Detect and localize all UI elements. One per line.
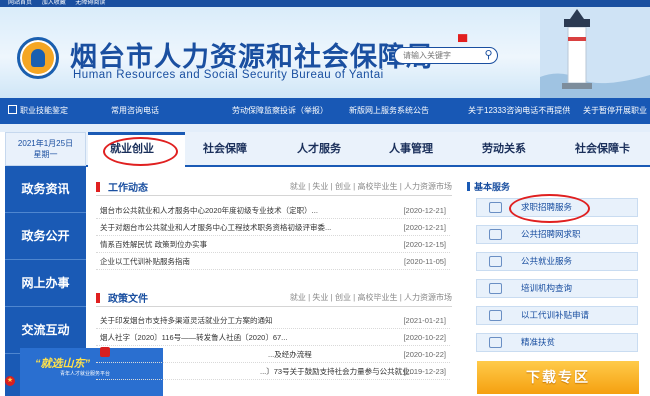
tab-talent-service[interactable]: 人才服务: [297, 132, 341, 167]
policy-item[interactable]: 关于印发烟台市支持多渠道灵活就业分工方案的通知 [2021-01-21]: [96, 313, 450, 329]
section-marker: [96, 293, 100, 303]
poverty-relief-icon: [489, 337, 502, 348]
sidebar-item-interaction[interactable]: 交流互动: [5, 307, 86, 354]
service-job-recruit[interactable]: 求职招聘服务: [476, 198, 638, 217]
tab-personnel[interactable]: 人事管理: [389, 132, 433, 167]
current-date: 2021年1月25日: [17, 139, 74, 148]
policy-item[interactable]: ...及经办流程 [2020-10-22]: [96, 347, 450, 363]
basic-services-title: 基本服务: [467, 180, 510, 193]
form-icon: [489, 256, 502, 267]
people-icon: [489, 229, 502, 240]
category-tabs: 就业创业 社会保障 人才服务 人事管理 劳动关系 社会保障卡: [86, 132, 650, 169]
bureau-title-en: Human Resources and Social Security Bure…: [73, 69, 384, 81]
document-icon: [489, 202, 502, 213]
nav-item[interactable]: 劳动保障监察投诉（举报）: [232, 98, 328, 124]
nav-item[interactable]: 职业技能鉴定: [8, 98, 68, 124]
search-icon[interactable]: ⚲: [479, 47, 498, 64]
document-icon: [8, 105, 17, 114]
news-item[interactable]: 情系百姓解民忧 政策到位办实事 [2020-12-15]: [96, 237, 450, 253]
lighthouse-image: [540, 7, 650, 98]
tab-labor-relations[interactable]: 劳动关系: [482, 132, 526, 167]
person-icon: [489, 310, 502, 321]
service-training-query[interactable]: 培训机构查询: [476, 279, 638, 298]
promo-title: “就选山东”: [35, 358, 90, 370]
policy-item[interactable]: ...〕73号关于鼓励支持社会力量参与公共就业... [2019-12-23]: [96, 364, 450, 380]
nav-item[interactable]: 关于12333咨询电话不再提供: [468, 98, 570, 124]
section-categories[interactable]: 就业 | 失业 | 创业 | 高校毕业生 | 人力资源市场: [290, 292, 452, 303]
sidebar-item-gov-news[interactable]: 政务资讯: [5, 166, 86, 213]
nav-item[interactable]: 新版网上服务系统公告: [349, 98, 429, 124]
topbar-link[interactable]: 加入收藏: [42, 0, 66, 6]
site-header: 烟台市人力资源和社会保障局 Human Resources and Social…: [0, 7, 650, 98]
topbar-link[interactable]: 无障碍阅读: [75, 0, 105, 6]
sidebar-item-gov-open[interactable]: 政务公开: [5, 213, 86, 260]
service-public-recruit[interactable]: 公共招聘网求职: [476, 225, 638, 244]
section-title[interactable]: 政策文件: [108, 290, 148, 305]
service-poverty-relief[interactable]: 精准扶贫: [476, 333, 638, 352]
date-box: 2021年1月25日 星期一: [5, 132, 86, 166]
quick-links-bar: 职业技能鉴定 常用咨询电话 劳动保障监察投诉（举报） 新版网上服务系统公告 关于…: [0, 98, 650, 124]
news-item[interactable]: 企业以工代训补贴服务指南 [2020-11-05]: [96, 254, 450, 270]
work-news-header: 工作动态 就业 | 失业 | 创业 | 高校毕业生 | 人力资源市场: [96, 178, 452, 196]
section-categories[interactable]: 就业 | 失业 | 创业 | 高校毕业生 | 人力资源市场: [290, 181, 452, 192]
topbar-link[interactable]: 网站首页: [8, 0, 32, 6]
tab-social-card[interactable]: 社会保障卡: [575, 132, 630, 167]
section-title[interactable]: 工作动态: [108, 179, 148, 194]
service-public-employment[interactable]: 公共就业服务: [476, 252, 638, 271]
top-utility-bar: 网站首页 加入收藏 无障碍阅读: [0, 0, 650, 7]
service-training-subsidy[interactable]: 以工代训补贴申请: [476, 306, 638, 325]
tab-employment[interactable]: 就业创业: [110, 132, 154, 167]
party-emblem-icon: ★: [5, 376, 15, 386]
tab-social-security[interactable]: 社会保障: [203, 132, 247, 167]
news-item[interactable]: 关于对烟台市公共就业和人才服务中心工程技术职务资格初级评审委... [2020-1…: [96, 220, 450, 236]
building-icon: [489, 283, 502, 294]
policy-docs-header: 政策文件 就业 | 失业 | 创业 | 高校毕业生 | 人力资源市场: [96, 289, 452, 307]
nav-item[interactable]: 常用咨询电话: [111, 98, 159, 124]
download-zone-button[interactable]: 下载专区: [477, 361, 639, 394]
current-weekday: 星期一: [33, 150, 58, 159]
policy-item[interactable]: 烟人社字〔2020〕116号——转发鲁人社函〔2020〕67... [2020-1…: [96, 330, 450, 346]
nav-item[interactable]: 关于暂停开展职业: [583, 98, 647, 124]
sidebar-item-online-service[interactable]: 网上办事: [5, 260, 86, 307]
divider: [0, 124, 650, 132]
bureau-logo: [17, 37, 59, 79]
news-item[interactable]: 烟台市公共就业和人才服务中心2020年度初级专业技术（定职）... [2020-1…: [96, 203, 450, 219]
section-marker: [96, 182, 100, 192]
